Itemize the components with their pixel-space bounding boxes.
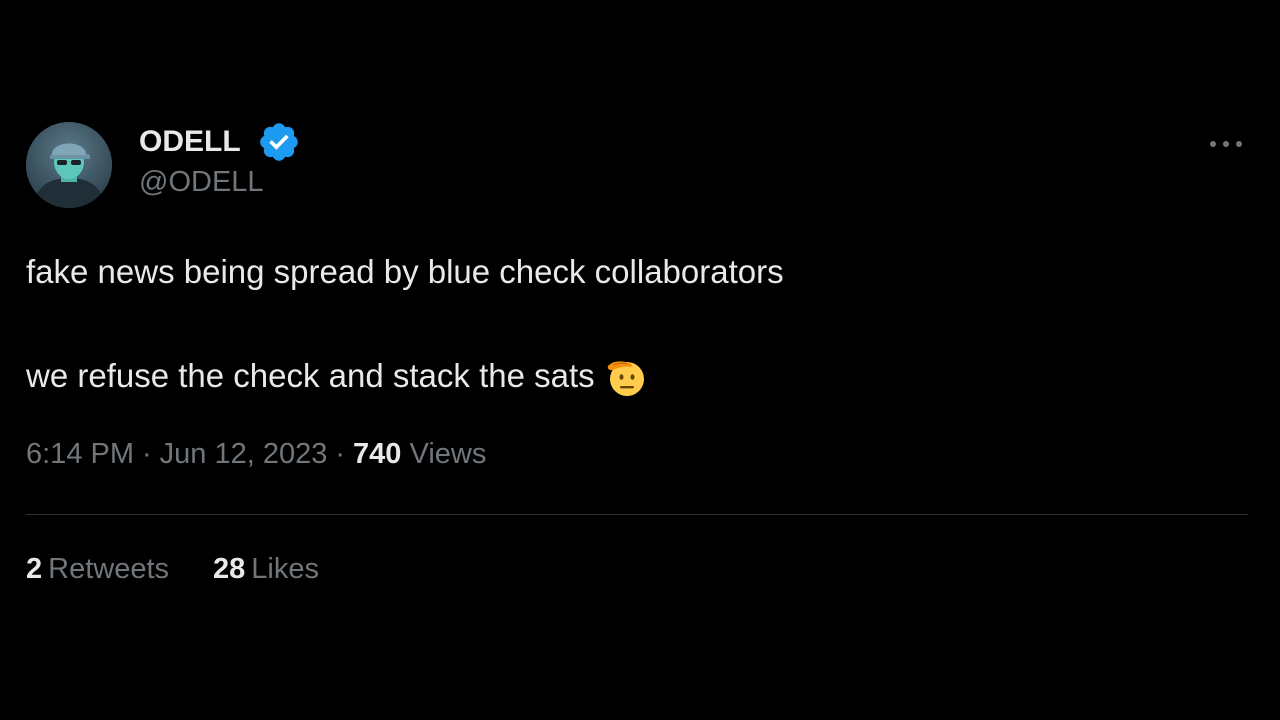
views-count: 740 xyxy=(353,438,402,470)
name-row: ODELL xyxy=(139,122,301,162)
meta-separator: · xyxy=(335,438,346,470)
display-name[interactable]: ODELL xyxy=(139,125,241,159)
likes-stat[interactable]: 28 Likes xyxy=(213,553,319,586)
tweet-time[interactable]: 6:14 PM xyxy=(26,438,134,470)
more-options-icon[interactable] xyxy=(1206,130,1246,158)
verified-badge-icon[interactable] xyxy=(257,120,301,164)
tweet-line-2-text: we refuse the check and stack the sats xyxy=(26,357,595,394)
retweets-stat[interactable]: 2 Retweets xyxy=(26,553,169,586)
tweet-meta: 6:14 PM · Jun 12, 2023 · 740 Views xyxy=(26,438,486,471)
saluting-face-icon xyxy=(605,355,649,399)
meta-separator: · xyxy=(142,438,152,470)
retweets-label: Retweets xyxy=(48,553,170,585)
tweet-date[interactable]: Jun 12, 2023 xyxy=(160,438,328,470)
tweet-line-2: we refuse the check and stack the sats xyxy=(26,354,784,399)
tweet-line-1: fake news being spread by blue check col… xyxy=(26,253,784,290)
engagement-stats: 2 Retweets 28 Likes xyxy=(26,553,319,586)
views-label: Views xyxy=(409,438,487,470)
author-block: ODELL @ODELL xyxy=(139,122,301,199)
tweet-card: ODELL @ODELL fake news being spread by b… xyxy=(26,0,1248,720)
retweets-count: 2 xyxy=(26,553,43,585)
likes-label: Likes xyxy=(251,553,319,585)
avatar[interactable] xyxy=(26,122,112,208)
tweet-text: fake news being spread by blue check col… xyxy=(26,250,784,399)
divider xyxy=(26,514,1248,515)
handle[interactable]: @ODELL xyxy=(139,166,301,199)
likes-count: 28 xyxy=(213,553,246,585)
